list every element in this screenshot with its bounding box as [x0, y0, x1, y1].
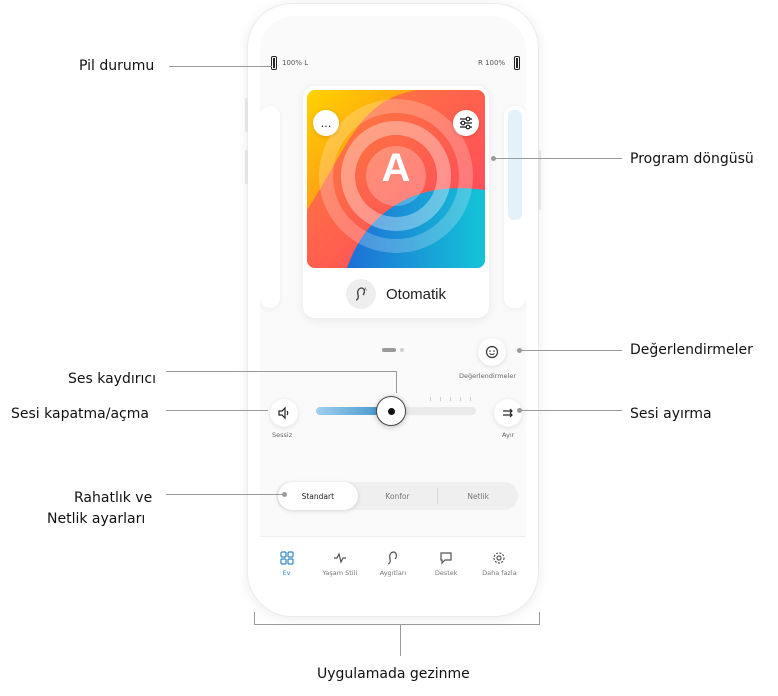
nav-support[interactable]: Destek [420, 537, 473, 604]
callout-comfort-2: Netlik ayarları [47, 511, 146, 527]
right-battery-icon [514, 56, 520, 70]
callout-navigation: Uygulamada gezinme [317, 666, 470, 682]
slider-tick [430, 397, 431, 401]
mode-comfort[interactable]: Konfor [358, 482, 438, 510]
mute-label: Sessiz [272, 431, 293, 439]
nav-bracket-stem [400, 624, 401, 656]
callout-volume-drop [396, 371, 397, 393]
nav-bracket-left [254, 612, 255, 624]
carousel-dot-active [382, 348, 396, 352]
callout-split: Sesi ayırma [630, 406, 712, 422]
callout-mute: Sesi kapatma/açma [11, 406, 149, 422]
svg-text:A: A [364, 287, 367, 292]
program-more-button[interactable]: … [313, 110, 339, 136]
callout-comfort-line [166, 494, 284, 495]
phone-side-button [538, 150, 541, 210]
hearing-aid-icon [387, 551, 397, 565]
program-card[interactable]: A … A Otomatik [303, 86, 489, 318]
nav-support-label: Destek [434, 569, 458, 577]
gear-icon [493, 552, 506, 564]
nav-bracket-right [539, 612, 540, 624]
split-volume-button[interactable] [494, 399, 522, 427]
split-label: Ayır [502, 431, 515, 439]
nav-more-label: Daha fazla [482, 569, 517, 577]
hearing-aid-icon: A [355, 287, 367, 301]
split-arrows-icon [503, 408, 513, 418]
carousel-dot[interactable] [400, 348, 404, 352]
chat-icon [440, 552, 452, 565]
ratings-label: Değerlendirmeler [459, 372, 517, 380]
speaker-icon [278, 406, 289, 420]
ratings-button[interactable] [478, 338, 506, 366]
mode-clarity[interactable]: Netlik [438, 482, 518, 510]
smiley-icon [485, 345, 499, 359]
program-icon: A [345, 279, 376, 309]
slider-tick [450, 397, 451, 401]
nav-home-label: Ev [282, 569, 291, 577]
more-icon: … [320, 116, 332, 130]
callout-ratings-pin [517, 348, 522, 353]
slider-tick [470, 397, 471, 401]
callout-ratings-line [520, 350, 622, 351]
callout-split-line [520, 410, 622, 411]
right-battery-text: R 100% [478, 59, 506, 67]
nav-devices-label: Aygıtları [379, 569, 407, 577]
callout-split-pin [517, 408, 522, 413]
bottom-navigation: Ev Yaşam Stili Aygıtları Destek Daha faz… [260, 536, 526, 604]
left-battery-icon [271, 56, 277, 70]
nav-lifestyle-label: Yaşam Stili [322, 569, 358, 577]
callout-ratings: Değerlendirmeler [630, 342, 753, 358]
comfort-clarity-selector: Standart Konfor Netlik [276, 482, 518, 510]
callout-volume-line [166, 371, 396, 372]
callout-battery-line [169, 66, 272, 67]
nav-more[interactable]: Daha fazla [473, 537, 526, 604]
program-footer: A Otomatik [303, 270, 489, 318]
callout-battery: Pil durumu [79, 58, 155, 74]
next-program-card[interactable] [504, 106, 526, 308]
mode-standard[interactable]: Standart [278, 482, 358, 510]
left-battery-text: 100% L [282, 59, 309, 67]
program-settings-button[interactable] [453, 110, 479, 136]
grid-icon [279, 551, 294, 565]
activity-icon [333, 552, 346, 564]
callout-comfort-pin [282, 492, 287, 497]
volume-slider-thumb[interactable] [376, 396, 407, 426]
program-name: Otomatik [385, 285, 446, 303]
phone-side-button [245, 98, 248, 132]
callout-program-pin [491, 156, 496, 161]
thumb-dot [387, 407, 395, 415]
program-letter: A [381, 146, 411, 190]
next-program-art [508, 110, 522, 220]
slider-tick [460, 397, 461, 401]
callout-comfort-1: Rahatlık ve [74, 490, 153, 506]
nav-bracket [254, 624, 540, 625]
slider-tick [440, 397, 441, 401]
nav-lifestyle[interactable]: Yaşam Stili [313, 537, 366, 604]
callout-program: Program döngüsü [630, 151, 754, 167]
callout-mute-line [166, 410, 268, 411]
previous-program-card[interactable] [260, 106, 280, 308]
mute-button[interactable] [270, 399, 298, 427]
sliders-icon [460, 116, 472, 130]
carousel-indicator [382, 348, 404, 352]
app-screen: 100% L R 100% A … A Otomatik Değerlendir… [260, 16, 526, 604]
nav-devices[interactable]: Aygıtları [366, 537, 419, 604]
callout-program-line [494, 158, 622, 159]
callout-volume-slider: Ses kaydırıcı [68, 371, 156, 387]
nav-home[interactable]: Ev [260, 537, 313, 604]
phone-side-button [245, 150, 248, 184]
